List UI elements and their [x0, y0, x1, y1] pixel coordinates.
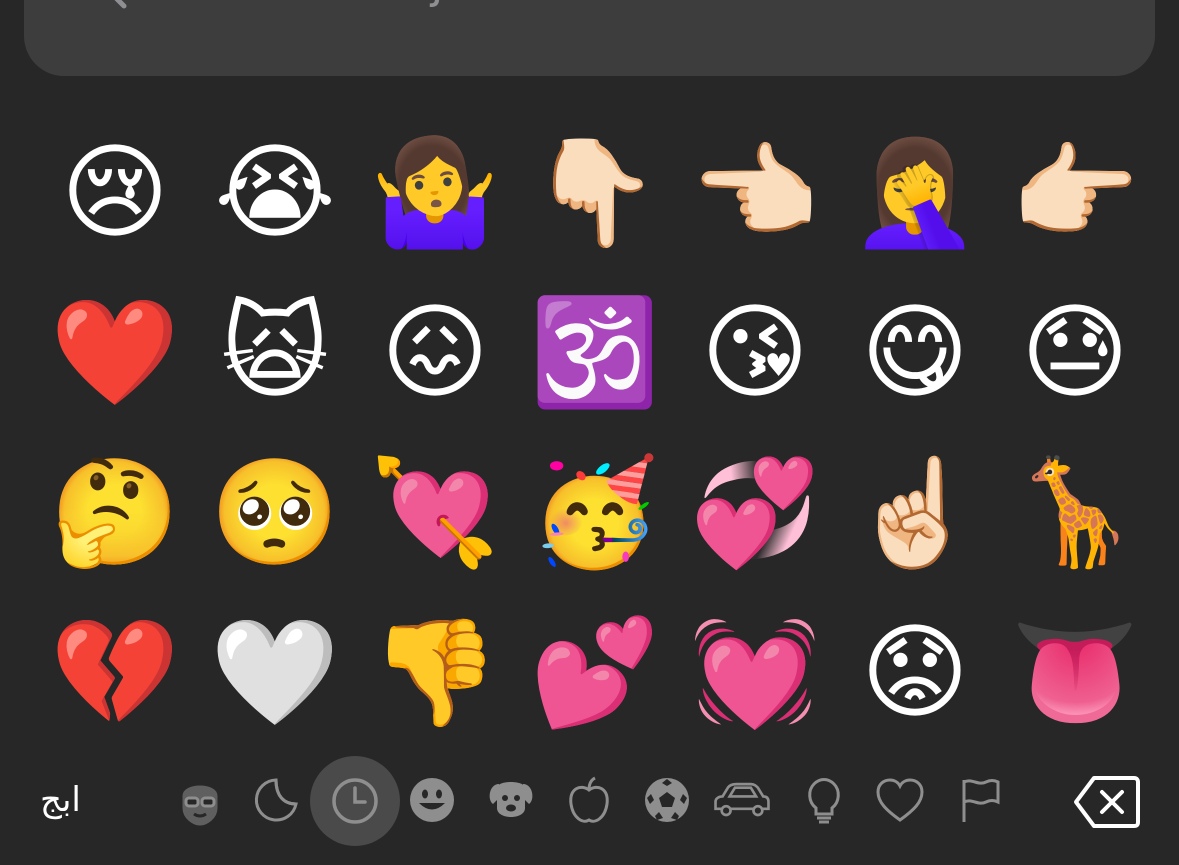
emoji-memoji-thinking[interactable]: 🤔	[35, 432, 195, 592]
emoji-heart-with-arrow[interactable]: 💘	[355, 432, 515, 592]
emoji-memoji-facepalm[interactable]: 🤦‍♀️	[835, 112, 995, 272]
emoji-grid: 😢 😭 🤷‍♀️ 👇🏻 👈🏻 🤦‍♀️ 👉🏻 ❤️ 🙀 😖 🕉️ 😘 😋 😓 🤔 🥺 💘 🥳 💞 ☝🏻 🦒 💔 🤍 👎 💕 💓 😟 👅	[35, 112, 1155, 752]
emoji-memoji-shrug[interactable]: 🤷‍♀️	[355, 112, 515, 272]
emoji-om-symbol[interactable]: 🕉️	[515, 272, 675, 432]
smileys-icon[interactable]	[402, 770, 462, 830]
emoji-broken-heart[interactable]: 💔	[35, 592, 195, 752]
category-bar: ابج	[0, 750, 1179, 865]
animals-icon[interactable]	[481, 770, 541, 830]
travel-icon[interactable]	[712, 770, 772, 830]
emoji-pointing-left[interactable]: 👈🏻	[675, 112, 835, 272]
stickers-icon[interactable]	[246, 770, 306, 830]
activity-icon[interactable]	[637, 770, 697, 830]
keyboard-switch-button[interactable]: ابج	[40, 780, 81, 820]
emoji-memoji-sad[interactable]: 😟	[835, 592, 995, 752]
delete-icon[interactable]	[1072, 774, 1142, 830]
emoji-weary-cat[interactable]: 🙀	[195, 272, 355, 432]
emoji-giraffe[interactable]: 🦒	[995, 432, 1155, 592]
emoji-crying-face[interactable]: 😢	[35, 112, 195, 272]
memoji-stickers-icon[interactable]	[170, 770, 230, 830]
emoji-pointing-right[interactable]: 👉🏻	[995, 112, 1155, 272]
emoji-two-hearts[interactable]: 💕	[515, 592, 675, 752]
emoji-beating-heart[interactable]: 💓	[675, 592, 835, 752]
objects-icon[interactable]	[794, 770, 854, 830]
emoji-pleading-face[interactable]: 🥺	[195, 432, 355, 592]
emoji-memoji-party[interactable]: 🥳	[515, 432, 675, 592]
emoji-loudly-crying-face[interactable]: 😭	[195, 112, 355, 272]
symbols-icon[interactable]	[870, 770, 930, 830]
recents-icon[interactable]	[310, 756, 400, 846]
emoji-revolving-hearts[interactable]: 💞	[675, 432, 835, 592]
search-bar[interactable]: Search Emoji	[24, 0, 1155, 76]
emoji-memoji-kiss[interactable]: 😘	[675, 272, 835, 432]
emoji-white-heart[interactable]: 🤍	[195, 592, 355, 752]
emoji-pointing-down[interactable]: 👇🏻	[515, 112, 675, 272]
emoji-tongue[interactable]: 👅	[995, 592, 1155, 752]
food-icon[interactable]	[559, 770, 619, 830]
emoji-face-savoring-food[interactable]: 😋	[835, 272, 995, 432]
emoji-red-heart[interactable]: ❤️	[35, 272, 195, 432]
emoji-memoji-thumbs-down[interactable]: 👎	[355, 592, 515, 752]
emoji-downcast-face-with-sweat[interactable]: 😓	[995, 272, 1155, 432]
emoji-confounded-face[interactable]: 😖	[355, 272, 515, 432]
flags-icon[interactable]	[950, 770, 1010, 830]
search-icon	[114, 0, 127, 9]
emoji-pointing-up[interactable]: ☝🏻	[835, 432, 995, 592]
search-input-placeholder[interactable]: Search Emoji	[150, 0, 457, 10]
